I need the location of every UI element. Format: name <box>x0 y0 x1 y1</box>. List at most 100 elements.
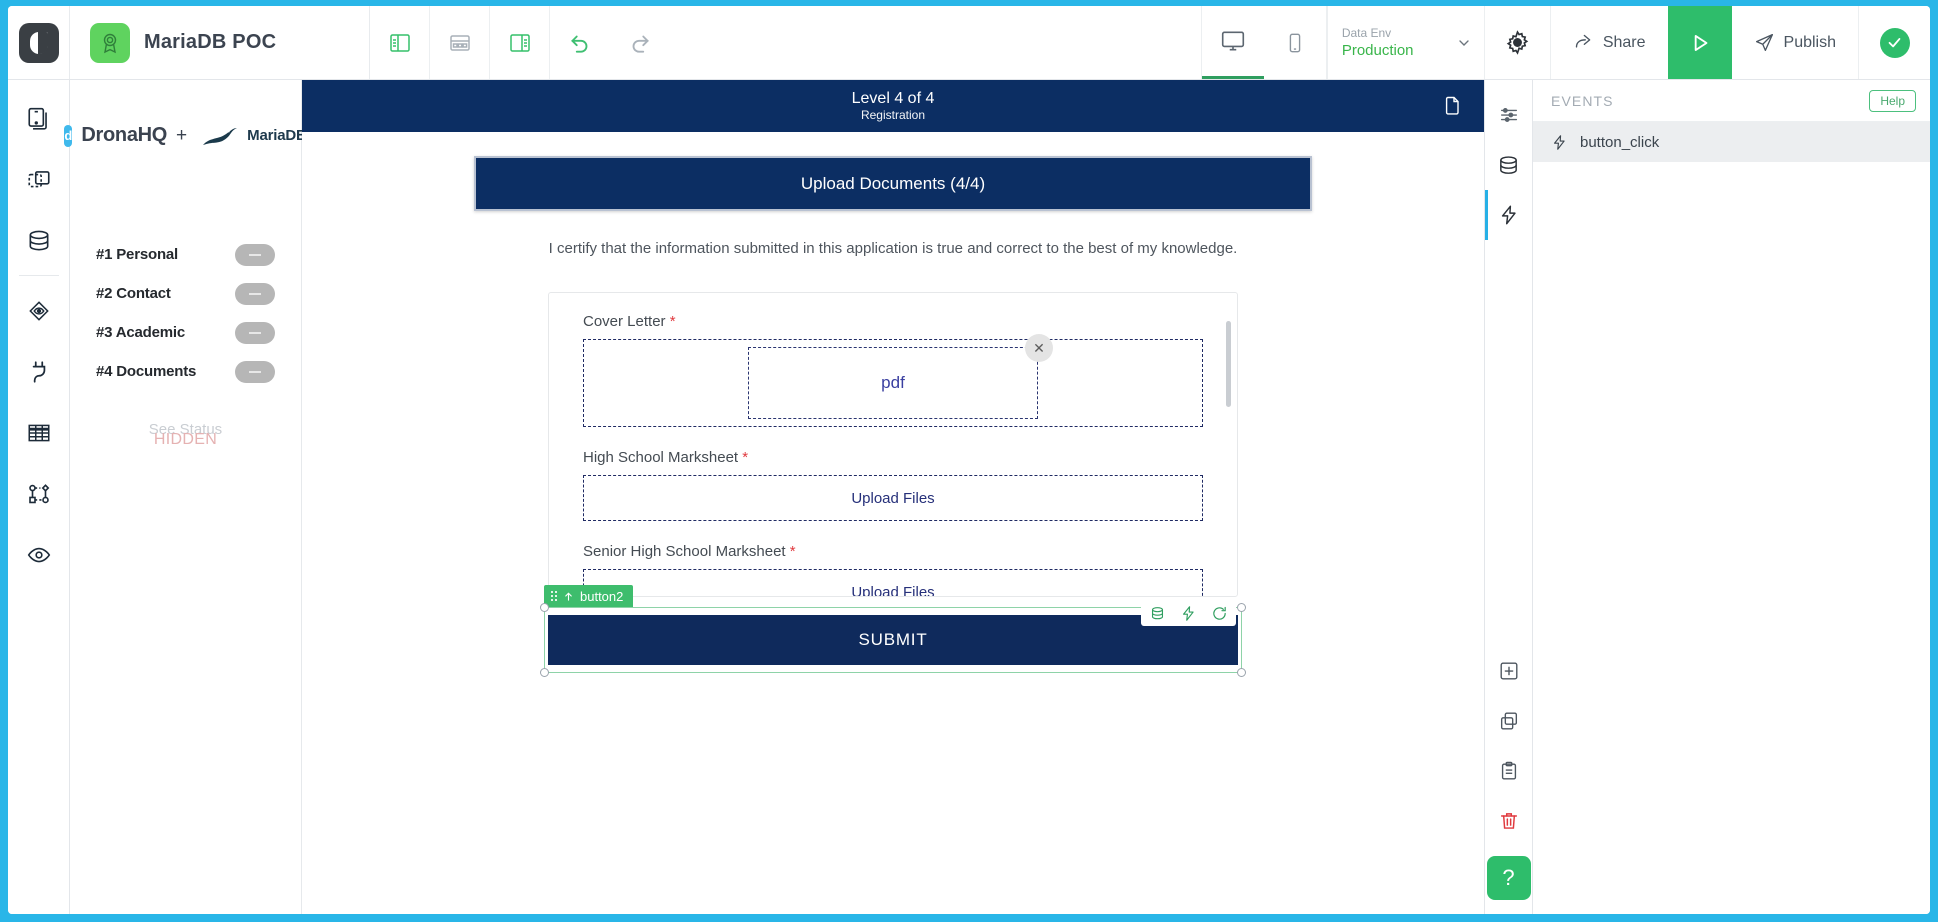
dronahq-logo-button[interactable] <box>8 6 70 79</box>
sidebar-item-popups[interactable] <box>8 149 70 210</box>
events-help-button[interactable]: Help <box>1869 90 1916 112</box>
plus-separator: + <box>176 125 187 147</box>
resize-handle-bottom-right[interactable] <box>1237 668 1246 677</box>
status-badge[interactable] <box>235 283 275 305</box>
status-badge[interactable] <box>235 322 275 344</box>
table-grid-icon <box>26 420 52 446</box>
duplicate-icon <box>1498 710 1520 732</box>
resize-handle-top-left[interactable] <box>540 603 549 612</box>
tab-events[interactable] <box>1485 190 1533 240</box>
upload-fields-card: Cover Letter * pdf ✕ <box>548 292 1238 597</box>
publish-button[interactable]: Publish <box>1732 6 1858 79</box>
app-identity[interactable]: MariaDB POC <box>70 6 370 79</box>
publish-label: Publish <box>1784 34 1836 52</box>
settings-button[interactable] <box>1485 6 1551 79</box>
nav-label: #2 Contact <box>96 285 171 302</box>
file-dropzone-cover-letter[interactable]: pdf ✕ <box>583 339 1203 427</box>
mobile-view-icon[interactable] <box>1264 6 1326 79</box>
data-env-selector[interactable]: Data Env Production <box>1327 6 1485 79</box>
bind-data-icon[interactable] <box>1149 605 1166 622</box>
file-type-label: pdf <box>881 373 905 393</box>
field-senior-high-school-marksheet: Senior High School Marksheet * Upload Fi… <box>583 543 1203 597</box>
uploaded-file-chip[interactable]: pdf ✕ <box>748 347 1038 419</box>
preview-run-button[interactable] <box>1668 6 1732 79</box>
send-paper-plane-icon <box>1754 32 1775 53</box>
duplicate-button[interactable] <box>1485 696 1533 746</box>
share-icon <box>1573 32 1594 53</box>
actions-lightning-icon[interactable] <box>1180 605 1197 622</box>
screen-left-panel: d DronaHQ + MariaDB #1 Personal <box>70 80 302 914</box>
play-icon <box>1687 30 1713 56</box>
required-asterisk: * <box>670 313 676 330</box>
list-item[interactable]: #2 Contact <box>96 274 275 313</box>
field-label-text: Cover Letter <box>583 313 666 330</box>
selected-component-name: button2 <box>580 589 623 604</box>
nav-label: #3 Academic <box>96 324 185 341</box>
add-component-button[interactable] <box>1485 646 1533 696</box>
award-badge-icon <box>90 23 130 63</box>
status-badge[interactable] <box>235 361 275 383</box>
sidebar-item-workflow[interactable] <box>8 463 70 524</box>
page-subtitle: Registration <box>852 108 935 123</box>
required-asterisk: * <box>790 543 796 560</box>
certification-text: I certify that the information submitted… <box>543 237 1243 260</box>
share-button[interactable]: Share <box>1551 6 1668 79</box>
section-header-upload-documents[interactable]: Upload Documents (4/4) <box>474 156 1312 211</box>
data-env-values[interactable]: Data Env Production <box>1328 25 1456 61</box>
tab-properties[interactable] <box>1485 90 1533 140</box>
undo-icon[interactable] <box>550 6 610 79</box>
close-x-icon[interactable]: ✕ <box>1025 334 1053 362</box>
brand-lockup: d DronaHQ + MariaDB <box>70 124 301 147</box>
data-env-label: Data Env <box>1342 25 1452 41</box>
sidebar-item-tables[interactable] <box>8 402 70 463</box>
layout-sidebar-left-icon[interactable] <box>370 6 430 79</box>
nav-label: #1 Personal <box>96 246 178 263</box>
connector-plug-icon <box>26 359 52 385</box>
redo-icon[interactable] <box>610 6 670 79</box>
status-badge[interactable] <box>235 244 275 266</box>
layout-header-footer-icon[interactable] <box>430 6 490 79</box>
sidebar-item-visibility[interactable] <box>8 524 70 585</box>
events-title: EVENTS <box>1551 93 1614 109</box>
sidebar-item-screens[interactable] <box>8 88 70 149</box>
form-header: Level 4 of 4 Registration <box>302 80 1484 132</box>
list-item[interactable]: #1 Personal <box>96 235 275 274</box>
list-item[interactable]: #4 Documents <box>96 352 275 391</box>
selected-component-tag[interactable]: button2 <box>544 585 633 607</box>
submit-selection-wrapper: button2 SUBMIT <box>548 615 1238 665</box>
sidebar-item-connectors[interactable] <box>8 341 70 402</box>
layout-sidebar-right-icon[interactable] <box>490 6 550 79</box>
database-icon <box>26 228 52 254</box>
resize-handle-bottom-left[interactable] <box>540 668 549 677</box>
file-dropzone-high-school[interactable]: Upload Files <box>583 475 1203 521</box>
list-item[interactable]: #3 Academic <box>96 313 275 352</box>
file-dropzone-senior-high-school[interactable]: Upload Files <box>583 569 1203 597</box>
resize-handle-top-right[interactable] <box>1237 603 1246 612</box>
delete-trash-icon <box>1498 810 1520 832</box>
delete-button[interactable] <box>1485 796 1533 846</box>
toolbar-spacer <box>670 6 1201 79</box>
chevron-down-icon[interactable] <box>1456 35 1472 51</box>
desktop-view-icon[interactable] <box>1202 6 1264 79</box>
tab-data[interactable] <box>1485 140 1533 190</box>
list-item[interactable]: button_click <box>1533 122 1930 162</box>
sidebar-item-database[interactable] <box>8 210 70 271</box>
gear-icon <box>1504 29 1531 56</box>
layout-tools <box>370 6 670 79</box>
drag-handle-icon[interactable] <box>551 591 557 601</box>
app-title: MariaDB POC <box>144 31 276 54</box>
events-header: EVENTS Help <box>1533 80 1930 122</box>
top-toolbar: MariaDB POC <box>8 6 1930 80</box>
sidebar-item-preview[interactable] <box>8 280 70 341</box>
save-status-button[interactable] <box>1858 6 1930 79</box>
arrow-up-icon[interactable] <box>563 591 574 602</box>
copy-document-icon[interactable] <box>1440 94 1464 118</box>
submit-button[interactable]: SUBMIT <box>548 615 1238 665</box>
required-asterisk: * <box>742 449 748 466</box>
refresh-icon[interactable] <box>1211 605 1228 622</box>
properties-sliders-icon <box>1498 104 1520 126</box>
paste-button[interactable] <box>1485 746 1533 796</box>
help-button[interactable]: ? <box>1487 856 1531 900</box>
field-label-text: High School Marksheet <box>583 449 738 466</box>
scrollbar[interactable] <box>1226 321 1231 407</box>
